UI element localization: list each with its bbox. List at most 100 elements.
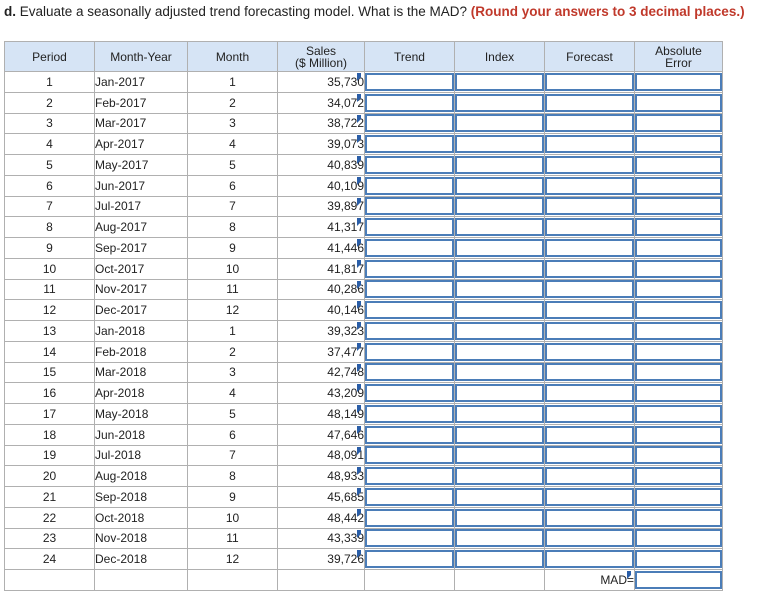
index-input[interactable] [455, 280, 544, 299]
absolute-error-input[interactable] [635, 114, 722, 133]
absolute-error-input[interactable] [635, 197, 722, 216]
trend-input[interactable] [365, 301, 454, 320]
index-input[interactable] [455, 384, 544, 403]
trend-input[interactable] [365, 176, 454, 195]
index-input[interactable] [455, 467, 544, 486]
trend-input[interactable] [365, 238, 454, 257]
index-input[interactable] [455, 508, 544, 527]
forecast-input[interactable] [545, 155, 634, 174]
forecast-input[interactable] [545, 238, 634, 257]
absolute-error-input[interactable] [635, 176, 722, 195]
index-input[interactable] [455, 114, 544, 133]
index-input[interactable] [455, 529, 544, 548]
absolute-error-input[interactable] [635, 550, 722, 569]
trend-cell [364, 486, 455, 508]
forecast-input[interactable] [545, 446, 634, 465]
forecast-input[interactable] [545, 114, 634, 133]
forecast-input[interactable] [545, 363, 634, 382]
forecast-input[interactable] [545, 404, 634, 423]
index-input[interactable] [455, 487, 544, 506]
trend-input[interactable] [365, 135, 454, 154]
index-input[interactable] [455, 93, 544, 112]
trend-input[interactable] [365, 114, 454, 133]
trend-input[interactable] [365, 363, 454, 382]
index-input[interactable] [455, 446, 544, 465]
trend-input[interactable] [365, 155, 454, 174]
forecast-input[interactable] [545, 135, 634, 154]
forecast-input[interactable] [545, 93, 634, 112]
index-input[interactable] [455, 197, 544, 216]
trend-input[interactable] [365, 487, 454, 506]
forecast-input[interactable] [545, 550, 634, 569]
absolute-error-input[interactable] [635, 446, 722, 465]
trend-input[interactable] [365, 280, 454, 299]
forecast-input[interactable] [545, 197, 634, 216]
mad-input[interactable] [635, 570, 722, 589]
trend-input[interactable] [365, 529, 454, 548]
absolute-error-input[interactable] [635, 425, 722, 444]
trend-input[interactable] [365, 93, 454, 112]
forecast-input[interactable] [545, 487, 634, 506]
trend-input[interactable] [365, 467, 454, 486]
absolute-error-input[interactable] [635, 467, 722, 486]
index-input[interactable] [455, 135, 544, 154]
forecast-input[interactable] [545, 218, 634, 237]
absolute-error-input[interactable] [635, 529, 722, 548]
forecast-input[interactable] [545, 342, 634, 361]
trend-input[interactable] [365, 321, 454, 340]
trend-input[interactable] [365, 508, 454, 527]
absolute-error-input[interactable] [635, 93, 722, 112]
index-cell [454, 403, 545, 425]
trend-input[interactable] [365, 425, 454, 444]
index-input[interactable] [455, 321, 544, 340]
absolute-error-input[interactable] [635, 155, 722, 174]
index-input[interactable] [455, 404, 544, 423]
index-input[interactable] [455, 363, 544, 382]
forecast-input[interactable] [545, 176, 634, 195]
trend-input[interactable] [365, 404, 454, 423]
absolute-error-input[interactable] [635, 72, 722, 91]
trend-input[interactable] [365, 72, 454, 91]
trend-input[interactable] [365, 550, 454, 569]
forecast-input[interactable] [545, 280, 634, 299]
forecast-input[interactable] [545, 467, 634, 486]
absolute-error-input[interactable] [635, 508, 722, 527]
forecast-input[interactable] [545, 301, 634, 320]
forecast-input[interactable] [545, 425, 634, 444]
absolute-error-input[interactable] [635, 342, 722, 361]
trend-input[interactable] [365, 218, 454, 237]
absolute-error-input[interactable] [635, 218, 722, 237]
forecast-input[interactable] [545, 529, 634, 548]
absolute-error-input[interactable] [635, 363, 722, 382]
index-input[interactable] [455, 259, 544, 278]
forecast-input[interactable] [545, 321, 634, 340]
index-input[interactable] [455, 550, 544, 569]
absolute-error-input[interactable] [635, 259, 722, 278]
forecast-cell [544, 71, 635, 93]
index-input[interactable] [455, 238, 544, 257]
trend-input[interactable] [365, 446, 454, 465]
absolute-error-input[interactable] [635, 487, 722, 506]
index-input[interactable] [455, 155, 544, 174]
forecast-input[interactable] [545, 508, 634, 527]
forecast-input[interactable] [545, 259, 634, 278]
absolute-error-input[interactable] [635, 301, 722, 320]
index-input[interactable] [455, 176, 544, 195]
forecast-input[interactable] [545, 72, 634, 91]
absolute-error-input[interactable] [635, 280, 722, 299]
absolute-error-input[interactable] [635, 238, 722, 257]
absolute-error-input[interactable] [635, 384, 722, 403]
absolute-error-input[interactable] [635, 404, 722, 423]
forecast-input[interactable] [545, 384, 634, 403]
index-input[interactable] [455, 342, 544, 361]
index-input[interactable] [455, 218, 544, 237]
index-input[interactable] [455, 301, 544, 320]
index-input[interactable] [455, 425, 544, 444]
trend-input[interactable] [365, 197, 454, 216]
absolute-error-input[interactable] [635, 135, 722, 154]
trend-input[interactable] [365, 259, 454, 278]
trend-input[interactable] [365, 384, 454, 403]
trend-input[interactable] [365, 342, 454, 361]
absolute-error-input[interactable] [635, 321, 722, 340]
index-input[interactable] [455, 72, 544, 91]
